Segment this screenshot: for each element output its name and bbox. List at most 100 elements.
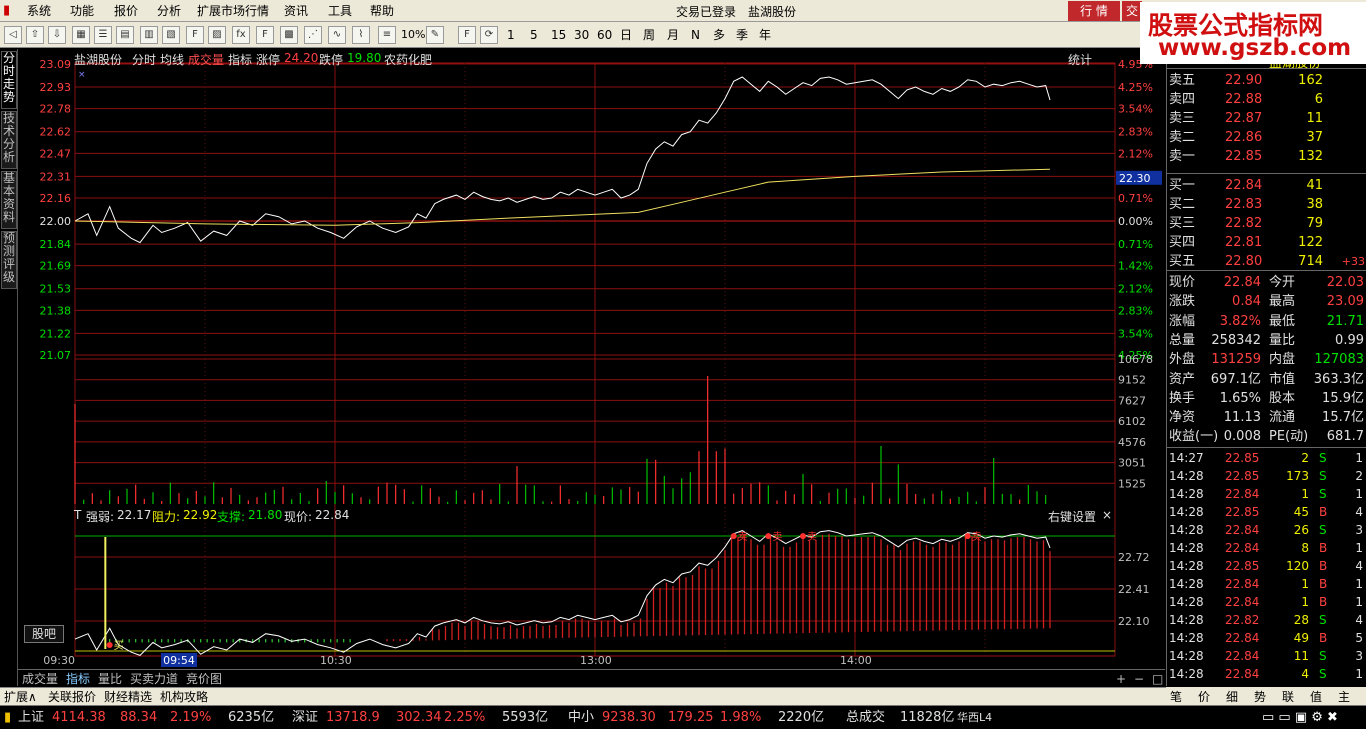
info-icon[interactable]: ▨: [208, 26, 226, 44]
period-15m[interactable]: 15: [551, 27, 566, 43]
f12-icon[interactable]: F: [256, 26, 274, 44]
sell-level[interactable]: 卖三 22.87 11: [1167, 109, 1366, 128]
trade-mode-button[interactable]: 交: [1122, 1, 1142, 21]
close-indicator-icon[interactable]: ×: [1102, 508, 1112, 522]
menu-help[interactable]: 帮助: [370, 3, 394, 19]
chart-line-icon[interactable]: ∿: [328, 26, 346, 44]
quote-row: 收益(一) 0.008 PE(动) 681.7: [1167, 427, 1366, 446]
intraday-chart-svg[interactable]: 23.09 4.95%22.93 4.25%22.78 3.54%22.62 2.83%…: [18, 49, 1165, 669]
period-1m[interactable]: 1: [507, 27, 515, 43]
kline-icon[interactable]: ▥: [140, 26, 158, 44]
formula-icon[interactable]: fx: [232, 26, 250, 44]
chart-area[interactable]: 23.09 4.95% 22.93 4.25% 22.78 3.54% 22.62 2.83%…: [18, 49, 1165, 669]
sector-name[interactable]: 农药化肥: [384, 51, 432, 68]
quote-value: 23.09: [1326, 294, 1364, 310]
sell-level[interactable]: 卖五 22.90 162: [1167, 71, 1366, 90]
menu-quote[interactable]: 报价: [114, 3, 138, 19]
chart-label-avg[interactable]: 均线: [160, 51, 184, 68]
menu-news[interactable]: 资讯: [284, 3, 308, 19]
period-30m[interactable]: 30: [574, 27, 589, 43]
period-60m[interactable]: 60: [597, 27, 612, 43]
sz-label[interactable]: 深证: [292, 710, 318, 726]
monitor-icon[interactable]: ▩: [280, 26, 298, 44]
quote-value: 1.65%: [1219, 390, 1261, 406]
tab-value[interactable]: 值: [1310, 688, 1322, 705]
level-change: +33: [1341, 255, 1365, 268]
buy-level[interactable]: 买四 22.81 122: [1167, 233, 1366, 252]
tab-extend[interactable]: 扩展∧: [4, 689, 37, 705]
tab-institution[interactable]: 机构攻略: [160, 689, 208, 705]
zoom-out-icon[interactable]: −: [1134, 671, 1144, 687]
pencil-icon[interactable]: ✎: [426, 26, 444, 44]
period-month[interactable]: 月: [667, 27, 679, 43]
list-icon[interactable]: ☰: [94, 26, 112, 44]
sell-level[interactable]: 卖一 22.85 132: [1167, 147, 1366, 166]
tab-auction[interactable]: 竞价图: [186, 671, 222, 687]
buy-level[interactable]: 买三 22.82 79: [1167, 214, 1366, 233]
buy-level[interactable]: 买一 22.84 41: [1167, 176, 1366, 195]
trade-price: 22.82: [1225, 613, 1260, 627]
menu-function[interactable]: 功能: [70, 3, 94, 19]
menu-system[interactable]: 系统: [27, 3, 51, 19]
period-week[interactable]: 周: [643, 27, 655, 43]
signal-label: 卖: [772, 531, 782, 543]
zx-label[interactable]: 中小: [568, 710, 594, 726]
table-icon[interactable]: ▤: [116, 26, 134, 44]
buy-level[interactable]: 买五 22.80 714 +33: [1167, 252, 1366, 271]
tray-icons[interactable]: ▭ ▭ ▣ ⚙ ✖: [1262, 710, 1338, 726]
tab-price[interactable]: 价: [1198, 688, 1210, 705]
chart-label-volume[interactable]: 成交量: [188, 51, 224, 68]
stats-button[interactable]: 统计: [1068, 51, 1092, 68]
period-5m[interactable]: 5: [530, 27, 538, 43]
tab-buy-sell-power[interactable]: 买卖力道: [130, 671, 178, 687]
tab-technical[interactable]: 技术分析: [1, 111, 17, 169]
right-click-settings[interactable]: 右键设置: [1048, 508, 1096, 525]
sz-amount: 5593亿: [502, 710, 549, 725]
chart-label-indicator[interactable]: 指标: [228, 51, 252, 68]
zoom-in-icon[interactable]: +: [1116, 671, 1126, 687]
menu-extended-market[interactable]: 扩展市场行情: [197, 3, 269, 19]
quote-mode-button[interactable]: 行 情: [1068, 1, 1120, 21]
sort-icon[interactable]: ≡: [378, 26, 396, 44]
ten-pct-button[interactable]: 10%: [401, 27, 425, 43]
close-icon[interactable]: □: [1152, 671, 1163, 687]
tab-finance-picks[interactable]: 财经精选: [104, 689, 152, 705]
tab-indicator[interactable]: 指标: [66, 671, 90, 687]
menu-tools[interactable]: 工具: [328, 3, 352, 19]
sell-level[interactable]: 卖二 22.86 37: [1167, 128, 1366, 147]
tab-link[interactable]: 联: [1282, 688, 1294, 705]
minute-chart-icon[interactable]: ▧: [162, 26, 180, 44]
sell-level[interactable]: 卖四 22.88 6: [1167, 90, 1366, 109]
chart-compare-icon[interactable]: ⋰: [304, 26, 322, 44]
tab-volume[interactable]: 成交量: [22, 671, 58, 687]
period-day[interactable]: 日: [620, 27, 632, 43]
tab-fundamental[interactable]: 基本资料: [1, 171, 17, 229]
quote-value: 258342: [1211, 332, 1261, 348]
up-arrow-icon[interactable]: ⇧: [26, 26, 44, 44]
period-n[interactable]: N: [691, 27, 700, 43]
down-arrow-icon[interactable]: ⇩: [48, 26, 66, 44]
menu-analysis[interactable]: 分析: [157, 3, 181, 19]
trade-price: 22.85: [1225, 451, 1260, 465]
guba-button[interactable]: 股吧: [24, 625, 64, 643]
f5-icon[interactable]: F: [458, 26, 476, 44]
f10-icon[interactable]: F: [186, 26, 204, 44]
sh-label[interactable]: 上证: [18, 710, 44, 726]
tab-rating[interactable]: 预测评级: [1, 231, 17, 289]
chart-area-icon[interactable]: ⌇: [352, 26, 370, 44]
tab-volume-ratio[interactable]: 量比: [98, 671, 122, 687]
tab-tick[interactable]: 笔: [1170, 688, 1182, 705]
chart-label-intraday[interactable]: 分时: [132, 51, 156, 68]
tab-related-quote[interactable]: 关联报价: [48, 689, 96, 705]
refresh-icon[interactable]: ⟳: [480, 26, 498, 44]
period-year[interactable]: 年: [759, 27, 771, 43]
buy-level[interactable]: 买二 22.83 38: [1167, 195, 1366, 214]
grid-icon[interactable]: ▦: [72, 26, 90, 44]
tab-intraday[interactable]: 分时走势: [1, 51, 17, 109]
tab-detail[interactable]: 细: [1226, 688, 1238, 705]
period-multi[interactable]: 多: [713, 27, 725, 43]
tab-main[interactable]: 主: [1338, 688, 1350, 705]
period-quarter[interactable]: 季: [736, 27, 748, 43]
back-icon[interactable]: ◁: [4, 26, 22, 44]
tab-trend[interactable]: 势: [1254, 688, 1266, 705]
